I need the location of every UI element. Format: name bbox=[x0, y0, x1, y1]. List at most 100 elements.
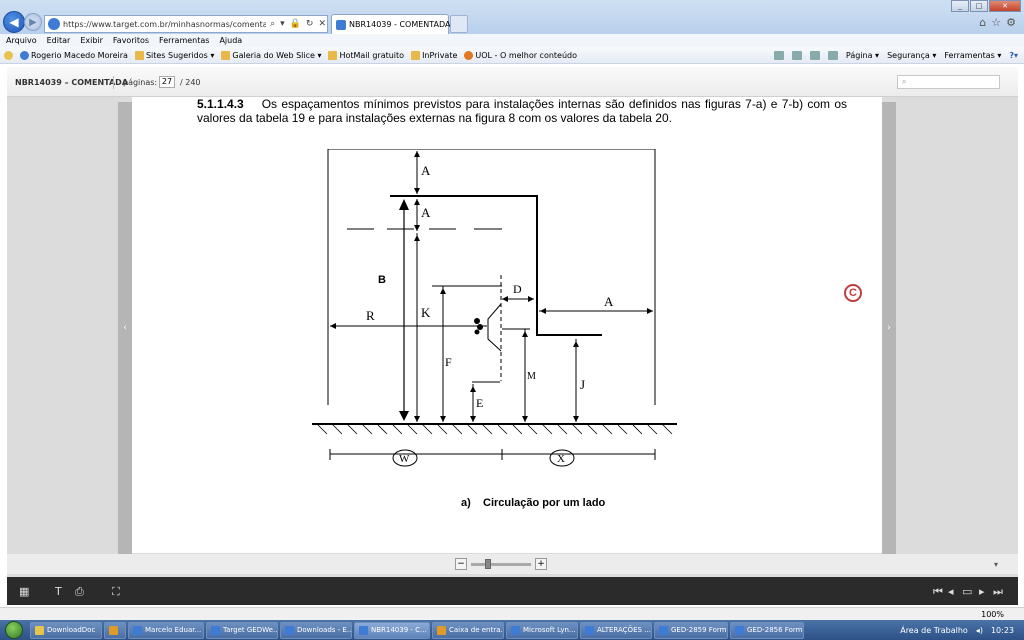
help-icon[interactable]: ?▾ bbox=[1009, 51, 1018, 60]
next-icon[interactable]: ▸ bbox=[979, 585, 985, 598]
taskbar-item-nbr14039[interactable]: NBR14039 - C... bbox=[354, 621, 430, 639]
back-button[interactable]: ◀ bbox=[3, 11, 25, 33]
taskbar-item-marcelo[interactable]: Marcelo Eduar... bbox=[128, 621, 204, 639]
label-r: R bbox=[366, 308, 375, 323]
menu-item-ferramentas[interactable]: Ferramentas bbox=[159, 36, 209, 45]
zoom-level[interactable]: 100% bbox=[981, 610, 1004, 619]
fav-item-galeria[interactable]: Galeria do Web Slice ▾ bbox=[221, 50, 321, 60]
fav-item-inprivate[interactable]: InPrivate bbox=[411, 50, 457, 60]
grid-icon[interactable]: ▦ bbox=[19, 585, 29, 598]
zoom-slider-thumb[interactable] bbox=[485, 558, 491, 569]
star-icon[interactable]: ☆ bbox=[991, 16, 1001, 29]
url-text[interactable]: https://www.target.com.br/minhasnormas/c… bbox=[63, 20, 266, 29]
forward-button[interactable]: ▶ bbox=[24, 13, 42, 31]
favorites-star-icon[interactable] bbox=[4, 50, 13, 60]
folder-icon bbox=[35, 625, 44, 635]
document-viewer: NBR14039 – COMENTADA páginas: 27 / 240 ⌕… bbox=[7, 67, 1018, 605]
show-desktop-button[interactable]: Área de Trabalho bbox=[900, 626, 968, 635]
taskbar-item-caixa-entrada[interactable]: Caixa de entra... bbox=[432, 621, 504, 639]
dropdown-icon[interactable]: ▾ bbox=[279, 19, 286, 29]
next-page-button[interactable]: › bbox=[882, 102, 896, 554]
player-toolbar: ▦ T ⎙ ⛶ ⏮ ◂ ▭ ▸ ⏭ bbox=[7, 577, 1018, 605]
search-icon[interactable]: ⌕ bbox=[269, 19, 276, 29]
refresh-icon[interactable]: ↻ bbox=[305, 19, 315, 29]
taskbar-item-app[interactable] bbox=[104, 621, 126, 639]
home-page-icon[interactable] bbox=[773, 51, 784, 60]
zoom-slider[interactable] bbox=[471, 558, 531, 569]
taskbar-item-ged-2856[interactable]: GED-2856 Form... bbox=[730, 621, 804, 639]
layout-icon[interactable]: ▭ bbox=[962, 585, 972, 598]
menu-item-ajuda[interactable]: Ajuda bbox=[219, 36, 242, 45]
label-w: W bbox=[399, 453, 410, 465]
handle-outline bbox=[487, 303, 502, 352]
safety-menu[interactable]: Segurança ▾ bbox=[887, 51, 936, 60]
fav-item-hotmail[interactable]: HotMail gratuito bbox=[328, 50, 404, 60]
gear-icon[interactable]: ⚙ bbox=[1006, 16, 1016, 29]
taskbar-item-ged-2859[interactable]: GED-2859 Form... bbox=[654, 621, 728, 639]
fav-icon bbox=[20, 50, 29, 60]
search-icon: ⌕ bbox=[902, 77, 907, 86]
fav-item-uol[interactable]: UOL - O melhor conteúdo bbox=[464, 50, 577, 60]
maximize-button[interactable]: □ bbox=[970, 0, 988, 12]
home-icon[interactable]: ⌂ bbox=[979, 16, 986, 29]
text-tool-icon[interactable]: T bbox=[55, 585, 62, 598]
tab-active[interactable]: NBR14039 - COMENTADA ✕ bbox=[331, 14, 461, 34]
site-icon bbox=[48, 18, 60, 30]
label-a-middle: A bbox=[421, 205, 431, 220]
page-menu[interactable]: Página ▾ bbox=[846, 51, 879, 60]
width-dimension-line bbox=[329, 449, 656, 460]
menu-item-exibir[interactable]: Exibir bbox=[80, 36, 103, 45]
taskbar-item-lync[interactable]: Microsoft Lyn... bbox=[506, 621, 578, 639]
paragraph-text: Os espaçamentos mínimos previstos para i… bbox=[197, 97, 847, 125]
pages-label: páginas: bbox=[123, 78, 158, 87]
last-page-icon[interactable]: ⏭ bbox=[993, 585, 1003, 599]
label-j: J bbox=[580, 377, 585, 392]
menu-item-editar[interactable]: Editar bbox=[47, 36, 71, 45]
menu-item-favoritos[interactable]: Favoritos bbox=[113, 36, 149, 45]
word-icon bbox=[585, 625, 594, 635]
fav-item-sites-sugeridos[interactable]: Sites Sugeridos ▾ bbox=[134, 50, 214, 60]
taskbar-item-downloads[interactable]: Downloads - E... bbox=[280, 621, 352, 639]
menu-item-arquivo[interactable]: Arquivo bbox=[6, 36, 37, 45]
tools-menu[interactable]: Ferramentas ▾ bbox=[944, 51, 1001, 60]
stop-icon[interactable]: ✕ bbox=[317, 19, 327, 29]
fav-item-rogerio[interactable]: Rogerio Macedo Moreira bbox=[20, 50, 128, 60]
clock[interactable]: 10:23 bbox=[991, 626, 1014, 635]
minimize-button[interactable]: _ bbox=[951, 0, 969, 12]
taskbar-item-target-gedweb[interactable]: Target GEDWe... bbox=[206, 621, 278, 639]
command-bar: Página ▾ Segurança ▾ Ferramentas ▾ ?▾ bbox=[773, 47, 1018, 64]
fav-icon bbox=[328, 50, 338, 60]
zoom-control: − + bbox=[455, 558, 547, 570]
browser-icon bbox=[133, 625, 142, 635]
prev-icon[interactable]: ◂ bbox=[948, 585, 954, 598]
zoom-out-button[interactable]: − bbox=[455, 558, 467, 570]
new-tab-button[interactable] bbox=[450, 15, 468, 33]
address-bar[interactable]: https://www.target.com.br/minhasnormas/c… bbox=[44, 15, 328, 33]
volume-icon[interactable]: ◂) bbox=[976, 626, 983, 635]
taskbar-item-alteracoes[interactable]: ALTERAÇÕES ... bbox=[580, 621, 652, 639]
viewer-zoom-bar: − + ▾ bbox=[7, 554, 1018, 574]
feeds-icon[interactable] bbox=[791, 51, 802, 60]
mail-icon[interactable] bbox=[809, 51, 820, 60]
fav-icon bbox=[411, 50, 421, 60]
lock-icon[interactable]: 🔒 bbox=[289, 19, 302, 29]
search-input[interactable]: ⌕ bbox=[897, 75, 1000, 89]
label-e: E bbox=[476, 396, 483, 410]
page-number-input[interactable]: 27 bbox=[159, 76, 175, 88]
print-icon[interactable]: ⎙ bbox=[75, 585, 84, 599]
window-controls: _ □ ✕ bbox=[951, 0, 1021, 12]
first-page-icon[interactable]: ⏮ bbox=[933, 585, 943, 599]
fullscreen-icon[interactable]: ⛶ bbox=[112, 585, 120, 599]
menu-bar: Arquivo Editar Exibir Favoritos Ferramen… bbox=[0, 34, 1024, 47]
document-page: 5.1.1.4.3 Os espaçamentos mínimos previst… bbox=[132, 97, 882, 553]
zoom-in-button[interactable]: + bbox=[535, 558, 547, 570]
page-total: / 240 bbox=[180, 78, 201, 87]
previous-page-button[interactable]: ‹ bbox=[118, 102, 132, 554]
close-window-button[interactable]: ✕ bbox=[989, 0, 1021, 12]
start-button[interactable] bbox=[0, 620, 28, 640]
taskbar-item-downloaddoc[interactable]: DownloadDoc bbox=[30, 621, 102, 639]
tab-favicon-icon bbox=[336, 19, 346, 30]
print-icon[interactable] bbox=[827, 51, 838, 60]
chevron-down-icon[interactable]: ▾ bbox=[994, 560, 998, 569]
label-f: F bbox=[445, 355, 452, 369]
